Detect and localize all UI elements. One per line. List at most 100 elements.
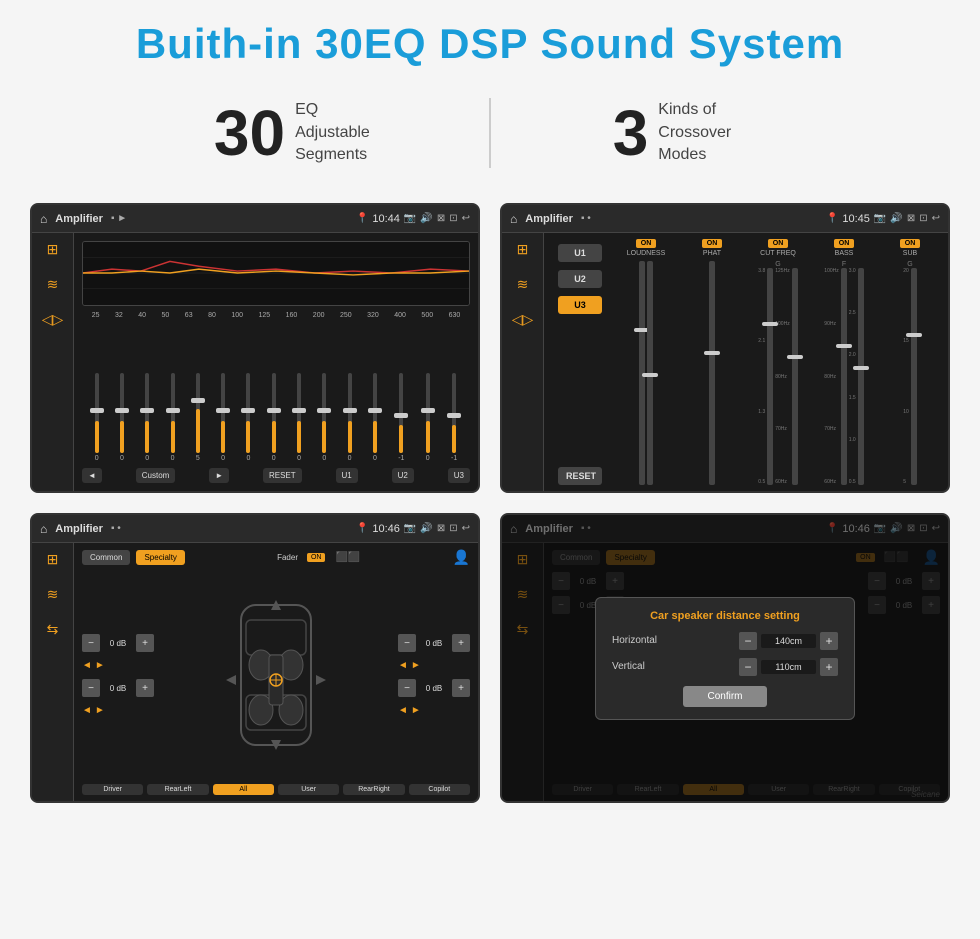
sidebar-wave-icon-2[interactable]: ≋ — [517, 276, 529, 293]
bass-slider-2[interactable] — [858, 268, 864, 485]
sidebar-wave-icon[interactable]: ≋ — [47, 276, 59, 293]
eq-u1-btn[interactable]: U1 — [336, 468, 358, 483]
sidebar-wave-icon-3[interactable]: ≋ — [47, 586, 59, 603]
speaker-icon-fr-2: ► — [411, 660, 421, 671]
speaker-arrows-rl: ◄ ► — [82, 705, 154, 716]
eq-u2-btn[interactable]: U2 — [392, 468, 414, 483]
dialog-minus-horizontal[interactable]: − — [739, 632, 757, 650]
speaker-icon-fl-1: ◄ — [82, 660, 92, 671]
topbar-left-crossover: ⌂ Amplifier ▪ • — [510, 212, 591, 226]
topbar-title-specialty: Amplifier — [55, 523, 103, 535]
eq-slider-7[interactable]: 0 — [246, 373, 250, 462]
eq-next-btn[interactable]: ► — [209, 468, 229, 483]
sidebar-bt-icon-3[interactable]: ⇆ — [47, 621, 59, 638]
vol-minus-rr[interactable]: − — [398, 679, 416, 697]
location-icon-crossover: 📍 — [826, 213, 838, 224]
main-title: Buith-in 30EQ DSP Sound System — [136, 20, 844, 68]
spk-driver-3[interactable]: Driver — [82, 784, 143, 795]
dialog-confirm-button[interactable]: Confirm — [683, 686, 766, 707]
home-icon-eq[interactable]: ⌂ — [40, 212, 47, 226]
screen-icon-eq: ⊠ — [437, 213, 445, 224]
channel-cutfreq: ON CUT FREQ G 3.8 2.1 1.3 0.5 — [746, 239, 810, 485]
topbar-icons-crossover: 📍 10:45 📷 🔊 ⊠ ⊡ ↩ — [826, 213, 940, 225]
vol-plus-fr[interactable]: + — [452, 634, 470, 652]
bass-slider-1[interactable] — [841, 268, 847, 485]
cutfreq-slider-1[interactable] — [767, 268, 773, 485]
back-icon-crossover[interactable]: ↩ — [932, 213, 940, 224]
dialog-row-vertical: Vertical − 110cm + — [612, 658, 838, 676]
eq-slider-12[interactable]: 0 — [373, 373, 377, 462]
back-icon-eq[interactable]: ↩ — [462, 213, 470, 224]
eq-slider-14[interactable]: 0 — [426, 373, 430, 462]
eq-slider-15[interactable]: -1 — [451, 373, 457, 462]
fader-on-3[interactable]: ON — [307, 553, 326, 562]
back-icon-specialty[interactable]: ↩ — [462, 523, 470, 534]
vol-plus-rl[interactable]: + — [136, 679, 154, 697]
specialty-tabs: Common Specialty Fader ON ⬛⬛ 👤 — [82, 549, 470, 566]
bass-on[interactable]: ON — [834, 239, 855, 248]
vol-ctrl-rl: − 0 dB + — [82, 679, 154, 697]
eq-slider-11[interactable]: 0 — [348, 373, 352, 462]
speaker-btns-3: Driver RearLeft All User RearRight Copil… — [82, 784, 470, 795]
eq-slider-10[interactable]: 0 — [322, 373, 326, 462]
vol-minus-rl[interactable]: − — [82, 679, 100, 697]
vol-minus-fl[interactable]: − — [82, 634, 100, 652]
phat-on[interactable]: ON — [702, 239, 723, 248]
loudness-slider-2[interactable] — [647, 261, 653, 485]
spk-copilot-3[interactable]: Copilot — [409, 784, 470, 795]
dialog-minus-vertical[interactable]: − — [739, 658, 757, 676]
tab-specialty-3[interactable]: Specialty — [136, 550, 184, 565]
sidebar-eq-icon-3[interactable]: ⊞ — [47, 551, 59, 568]
sub-on[interactable]: ON — [900, 239, 921, 248]
speaker-icon-fl-2: ► — [95, 660, 105, 671]
sidebar-eq-icon[interactable]: ⊞ — [47, 241, 59, 258]
eq-slider-9[interactable]: 0 — [297, 373, 301, 462]
eq-slider-3[interactable]: 0 — [145, 373, 149, 462]
vol-ctrl-fr: − 0 dB + — [398, 634, 470, 652]
sidebar-vol-icon-2[interactable]: ◁▷ — [512, 311, 534, 328]
spk-all-3[interactable]: All — [213, 784, 274, 795]
spk-rearright-3[interactable]: RearRight — [343, 784, 404, 795]
home-icon-crossover[interactable]: ⌂ — [510, 212, 517, 226]
eq-slider-13[interactable]: -1 — [398, 373, 404, 462]
freq-32: 32 — [115, 312, 123, 319]
home-icon-specialty[interactable]: ⌂ — [40, 522, 47, 536]
dialog-input-horizontal: − 140cm + — [739, 632, 838, 650]
eq-slider-4[interactable]: 0 — [171, 373, 175, 462]
vol-minus-fr[interactable]: − — [398, 634, 416, 652]
sub-slider[interactable] — [911, 268, 917, 485]
spk-rearleft-3[interactable]: RearLeft — [147, 784, 208, 795]
eq-custom-btn[interactable]: Custom — [136, 468, 176, 483]
sidebar-vol-icon[interactable]: ◁▷ — [42, 311, 64, 328]
u2-btn[interactable]: U2 — [558, 270, 602, 288]
reset-btn-crossover[interactable]: RESET — [558, 467, 602, 485]
spk-user-3[interactable]: User — [278, 784, 339, 795]
dialog-plus-vertical[interactable]: + — [820, 658, 838, 676]
topbar-specialty: ⌂ Amplifier ▪ • 📍 10:46 📷 🔊 ⊠ ⊡ ↩ — [32, 515, 478, 543]
freq-125: 125 — [258, 312, 270, 319]
eq-slider-2[interactable]: 0 — [120, 373, 124, 462]
crossover-content: U1 U2 U3 RESET ON LOUDNESS — [544, 233, 948, 491]
camera-icon-eq: 📷 — [404, 213, 416, 224]
sidebar-eq-icon-2[interactable]: ⊞ — [517, 241, 529, 258]
eq-reset-btn[interactable]: RESET — [263, 468, 302, 483]
topbar-left-specialty: ⌂ Amplifier ▪ • — [40, 522, 121, 536]
tab-common-3[interactable]: Common — [82, 550, 130, 565]
eq-slider-5[interactable]: 5 — [196, 373, 200, 462]
u3-btn[interactable]: U3 — [558, 296, 602, 314]
phat-slider[interactable] — [709, 261, 715, 485]
dialog-plus-horizontal[interactable]: + — [820, 632, 838, 650]
vol-plus-fl[interactable]: + — [136, 634, 154, 652]
eq-slider-8[interactable]: 0 — [272, 373, 276, 462]
u1-btn[interactable]: U1 — [558, 244, 602, 262]
eq-slider-6[interactable]: 0 — [221, 373, 225, 462]
cutfreq-on[interactable]: ON — [768, 239, 789, 248]
eq-prev-btn[interactable]: ◄ — [82, 468, 102, 483]
eq-slider-1[interactable]: 0 — [95, 373, 99, 462]
eq-u3-btn[interactable]: U3 — [448, 468, 470, 483]
vol-plus-rr[interactable]: + — [452, 679, 470, 697]
sidebar-eq: ⊞ ≋ ◁▷ — [32, 233, 74, 491]
cutfreq-slider-2[interactable] — [792, 268, 798, 485]
loudness-on[interactable]: ON — [636, 239, 657, 248]
freq-50: 50 — [162, 312, 170, 319]
